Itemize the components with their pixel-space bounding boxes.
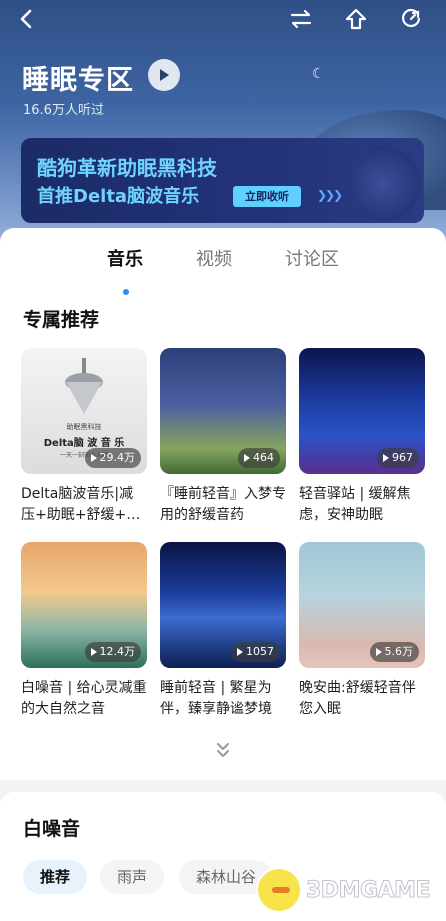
- play-icon: [375, 648, 382, 656]
- watermark: 3DMGAME: [256, 864, 446, 916]
- playlist-title: 睡前轻音 | 繁星为伴，臻享静谧梦境: [160, 680, 272, 717]
- play-icon: [90, 454, 97, 462]
- playlist-card[interactable]: 967 轻音驿站 | 缓解焦虑，安神助眠: [299, 348, 425, 526]
- playlist-card[interactable]: 1057 睡前轻音 | 繁星为伴，臻享静谧梦境: [160, 542, 286, 720]
- page-title: 睡眠专区: [22, 65, 134, 96]
- playlist-cover: 464: [160, 348, 286, 474]
- play-icon: [244, 454, 250, 462]
- spinning-top-image: [65, 358, 103, 414]
- play-count: 1057: [246, 645, 274, 658]
- play-icon: [383, 454, 389, 462]
- promo-banner[interactable]: 酷狗革新助眠黑科技 首推Delta脑波音乐 立即收听 ❯❯❯: [21, 138, 424, 223]
- cover-caption: Delta脑 波 音 乐: [43, 438, 125, 449]
- play-count: 967: [392, 451, 413, 464]
- banner-subheadline: 首推Delta脑波音乐: [37, 186, 200, 207]
- section-title-recommend: 专属推荐: [23, 309, 100, 331]
- play-count: 464: [253, 451, 274, 464]
- mascot-logo-icon: [256, 867, 302, 913]
- playlist-cover: 12.4万: [21, 542, 147, 668]
- playlist-card[interactable]: 12.4万 白噪音 | 给心灵减重的大自然之音: [21, 542, 147, 720]
- play-count-badge: 1057: [231, 642, 280, 662]
- play-all-button[interactable]: [148, 59, 180, 91]
- content-panel: 音乐 视频 讨论区 专属推荐 助眠黑科技 Delta脑 波 音 乐 一天一刻安心…: [0, 228, 446, 780]
- play-count-badge: 12.4万: [84, 642, 141, 662]
- chip-rain[interactable]: 雨声: [100, 860, 165, 894]
- tab-music[interactable]: 音乐: [107, 245, 143, 271]
- active-tab-indicator: [123, 289, 129, 295]
- top-bar: [0, 0, 446, 40]
- play-count-badge: 967: [377, 448, 419, 468]
- play-count: 12.4万: [99, 645, 136, 658]
- watermark-text: 3DMGAME: [306, 877, 431, 903]
- refresh-icon[interactable]: [396, 4, 426, 34]
- play-icon: [237, 648, 243, 656]
- playlist-title: 白噪音 | 给心灵减重的大自然之音: [21, 680, 147, 717]
- expand-more-icon[interactable]: [213, 740, 233, 760]
- tab-bar: 音乐 视频 讨论区: [0, 245, 446, 295]
- listen-now-button[interactable]: 立即收听: [233, 186, 301, 207]
- switch-icon[interactable]: [286, 4, 316, 34]
- banner-headline: 酷狗革新助眠黑科技: [37, 156, 217, 180]
- playlist-card[interactable]: 助眠黑科技 Delta脑 波 音 乐 一天一刻安心入眠 29.4万 Delta脑…: [21, 348, 147, 526]
- back-icon[interactable]: [12, 4, 42, 34]
- cover-caption: 助眠黑科技: [66, 423, 102, 431]
- playlist-cover: 967: [299, 348, 425, 474]
- playlist-title: 晚安曲:舒缓轻音伴您入眠: [299, 680, 416, 717]
- playlist-title: Delta脑波音乐|减压+助眠+舒缓+…: [21, 486, 141, 523]
- playlist-cover: 助眠黑科技 Delta脑 波 音 乐 一天一刻安心入眠 29.4万: [21, 348, 147, 474]
- play-icon: [160, 69, 169, 81]
- listener-count: 16.6万人听过: [23, 103, 104, 118]
- banner-art: [351, 144, 424, 223]
- share-icon[interactable]: [341, 4, 371, 34]
- playlist-card[interactable]: 464 『睡前轻音』入梦专用的舒缓音药: [160, 348, 286, 526]
- playlist-cover: 5.6万: [299, 542, 425, 668]
- playlist-title: 『睡前轻音』入梦专用的舒缓音药: [160, 486, 286, 523]
- playlist-cover: 1057: [160, 542, 286, 668]
- chevrons-right-icon: ❯❯❯: [317, 188, 343, 202]
- section-title-whitenoise: 白噪音: [23, 818, 81, 840]
- playlist-title: 轻音驿站 | 缓解焦虑，安神助眠: [299, 486, 411, 523]
- tab-video[interactable]: 视频: [196, 245, 232, 271]
- play-count: 29.4万: [99, 451, 136, 464]
- chip-recommend[interactable]: 推荐: [23, 860, 88, 894]
- play-count-badge: 29.4万: [84, 448, 141, 468]
- moon-icon: ☾: [312, 66, 325, 82]
- play-icon: [90, 648, 97, 656]
- playlist-card[interactable]: 5.6万 晚安曲:舒缓轻音伴您入眠: [299, 542, 425, 720]
- tab-discussion[interactable]: 讨论区: [285, 245, 339, 271]
- play-count-badge: 464: [238, 448, 280, 468]
- play-count: 5.6万: [384, 645, 414, 658]
- play-count-badge: 5.6万: [369, 642, 419, 662]
